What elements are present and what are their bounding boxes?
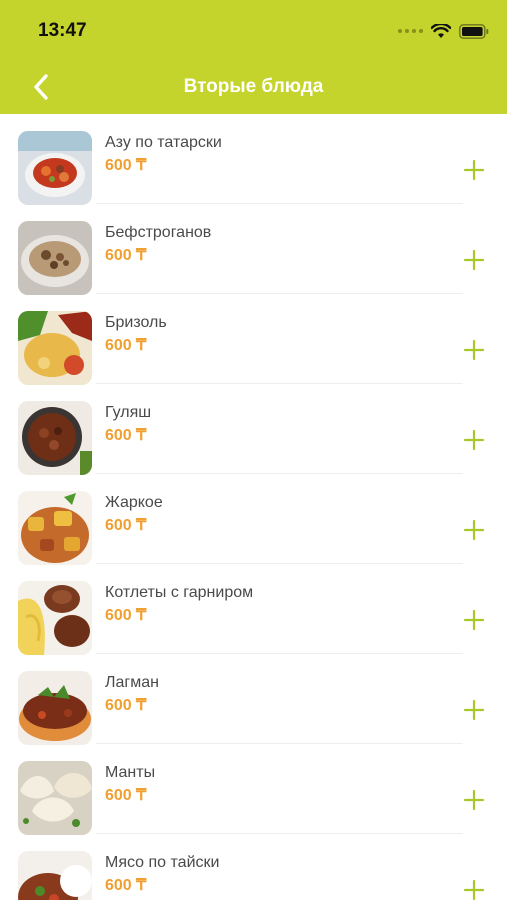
list-item[interactable]: Жаркое 600 ₸ (0, 474, 507, 565)
dish-name: Азу по татарски (105, 134, 222, 151)
add-to-cart-button[interactable] (460, 696, 488, 724)
thai-meat-image (18, 851, 92, 900)
dish-price: 600 ₸ (105, 697, 147, 714)
add-to-cart-button[interactable] (460, 336, 488, 364)
cutlets-image (18, 581, 92, 655)
plus-icon (463, 429, 485, 451)
add-to-cart-button[interactable] (460, 516, 488, 544)
dish-price: 600 ₸ (105, 787, 147, 804)
status-time: 13:47 (38, 20, 87, 41)
list-item[interactable]: Бефстроганов 600 ₸ (0, 204, 507, 295)
plus-icon (463, 879, 485, 900)
plus-icon (463, 339, 485, 361)
brizol-image (18, 311, 92, 385)
list-item[interactable]: Гуляш 600 ₸ (0, 384, 507, 475)
list-item[interactable]: Лагман 600 ₸ (0, 654, 507, 745)
dish-price: 600 ₸ (105, 877, 147, 894)
dish-name: Мясо по тайски (105, 854, 220, 871)
list-item[interactable]: Манты 600 ₸ (0, 744, 507, 835)
dish-name: Котлеты с гарниром (105, 584, 254, 601)
lagman-image (18, 671, 92, 745)
plus-icon (463, 249, 485, 271)
dish-name: Гуляш (105, 404, 152, 421)
add-to-cart-button[interactable] (460, 156, 488, 184)
dish-price: 600 ₸ (105, 607, 147, 624)
plus-icon (463, 789, 485, 811)
dish-name: Бризоль (105, 314, 167, 331)
page-title: Вторые блюда (183, 76, 324, 97)
dish-name: Манты (105, 764, 156, 781)
dish-price: 600 ₸ (105, 427, 147, 444)
nav-header: 13:47 Вторые блюда (0, 0, 507, 114)
battery-icon (459, 23, 489, 39)
dish-name: Бефстроганов (105, 224, 212, 241)
goulash-image (18, 401, 92, 475)
plus-icon (463, 159, 485, 181)
status-icons (398, 20, 489, 42)
cellular-signal-icon (398, 29, 423, 33)
dish-price: 600 ₸ (105, 157, 147, 174)
list-item[interactable]: Котлеты с гарниром 600 ₸ (0, 564, 507, 655)
manty-image (18, 761, 92, 835)
list-item[interactable]: Мясо по тайски 600 ₸ (0, 834, 507, 900)
plus-icon (463, 519, 485, 541)
dish-price: 600 ₸ (105, 337, 147, 354)
dish-price: 600 ₸ (105, 247, 147, 264)
plus-icon (463, 609, 485, 631)
stew-dish-image (18, 131, 92, 205)
add-to-cart-button[interactable] (460, 606, 488, 634)
add-to-cart-button[interactable] (460, 426, 488, 454)
dish-price: 600 ₸ (105, 517, 147, 534)
list-item[interactable]: Азу по татарски 600 ₸ (0, 114, 507, 205)
dish-name: Лагман (105, 674, 159, 691)
add-to-cart-button[interactable] (460, 786, 488, 814)
add-to-cart-button[interactable] (460, 246, 488, 274)
roast-image (18, 491, 92, 565)
wifi-icon (431, 23, 451, 39)
stroganoff-image (18, 221, 92, 295)
add-to-cart-button[interactable] (460, 876, 488, 900)
list-item[interactable]: Бризоль 600 ₸ (0, 294, 507, 385)
dish-name: Жаркое (105, 494, 163, 511)
plus-icon (463, 699, 485, 721)
